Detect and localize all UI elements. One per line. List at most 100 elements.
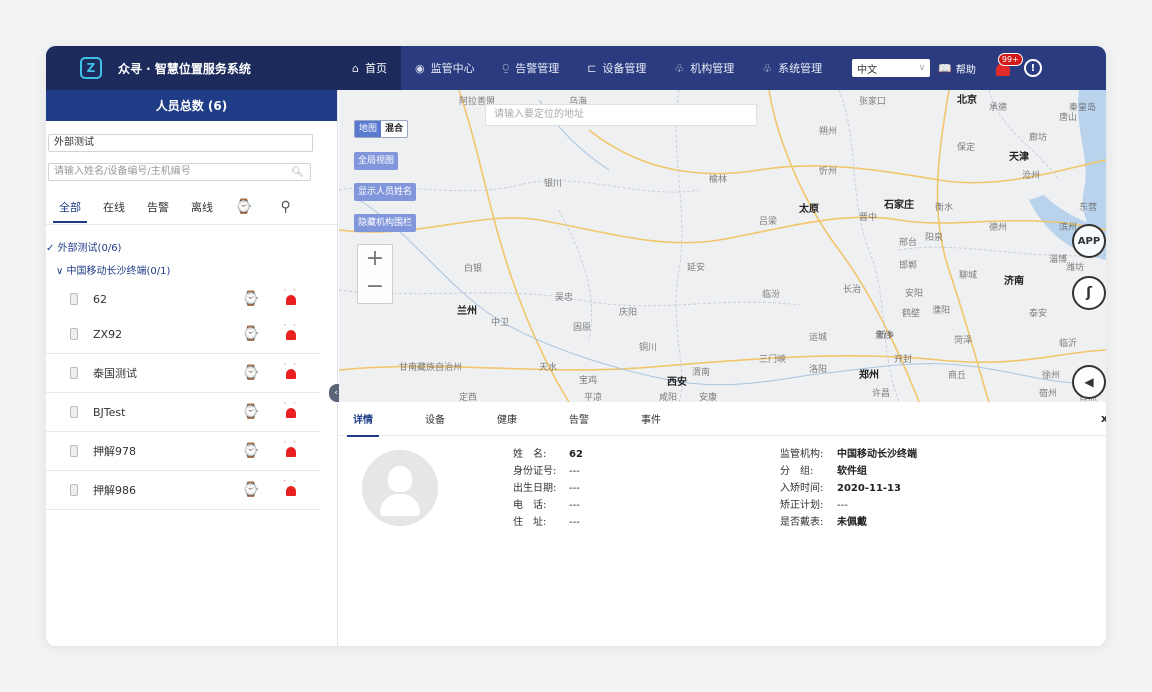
alarm-icon[interactable]: ` `: [283, 364, 297, 379]
nav-item-2[interactable]: ⍜ 告警管理: [489, 46, 574, 90]
people-search-input[interactable]: 请输入姓名/设备编号/主机编号 🔍︎: [48, 163, 311, 181]
info-field: 住 址: ---: [513, 514, 583, 531]
info-key: 出生日期:: [513, 483, 557, 494]
tab-all[interactable]: 全部: [53, 199, 87, 223]
map-type-mixed[interactable]: 混合: [381, 121, 407, 137]
alarm-icon[interactable]: ` `: [283, 403, 297, 418]
map-place-label: 许昌: [872, 389, 891, 399]
map-place-label: 焦作: [875, 331, 894, 341]
nav-item-3[interactable]: ⊏ 设备管理: [573, 46, 660, 90]
info-key: 姓 名:: [513, 449, 547, 460]
map-place-label: 濮阳: [932, 306, 951, 316]
map-place-label: 泰安: [1029, 309, 1048, 319]
alarm-icon[interactable]: ` `: [283, 481, 297, 496]
mini-program-icon[interactable]: ʃ: [1072, 276, 1106, 310]
map-view[interactable]: 北京 天津 太原 石家庄 济南 郑州 西安 兰州 银川 延安 邢台 邯郸 沧州 保定 聊城 安阳 新乡 洛阳 吕梁榆…: [339, 90, 1106, 402]
person-name: 泰国测试: [93, 367, 137, 380]
watch-status-icon: ⌚: [242, 365, 260, 381]
map-place-label: 晋中: [859, 213, 878, 223]
map-place-label: 聊城: [959, 271, 978, 281]
tab-offline[interactable]: 离线: [191, 199, 213, 215]
alarm-icon[interactable]: ` `: [283, 290, 297, 305]
tab-device[interactable]: 设备: [425, 411, 445, 426]
expand-check-icon: ✓: [46, 243, 58, 254]
map-place-label: 吴忠: [555, 293, 574, 303]
map-place-label: 廊坊: [1029, 133, 1048, 143]
info-value: ---: [569, 466, 580, 477]
map-place-label: 定西: [459, 393, 478, 402]
person-row[interactable]: BJTest ⌚ ` `: [46, 393, 320, 432]
info-key: 身份证号:: [513, 466, 557, 477]
people-total-header: 人员总数 (6): [46, 90, 337, 121]
org-select[interactable]: 外部测试: [48, 134, 313, 152]
chevron-down-icon: ∨: [56, 266, 67, 277]
alarm-icon[interactable]: ` `: [283, 442, 297, 457]
info-value: 中国移动长沙终端: [837, 449, 917, 460]
user-profile-icon[interactable]: !: [1023, 59, 1042, 77]
brand[interactable]: Z 众寻 · 智慧位置服务系统: [46, 46, 338, 90]
nav-item-4[interactable]: ♧ 机构管理: [660, 46, 748, 90]
search-placeholder: 请输入姓名/设备编号/主机编号: [54, 166, 191, 177]
tree-sub-node[interactable]: ∨ 中国移动长沙终端(0/1): [46, 262, 337, 277]
map-place-label: 宝鸡: [579, 376, 598, 386]
map-place-label: 德州: [989, 223, 1008, 233]
alarm-icon[interactable]: ` `: [283, 325, 297, 340]
close-detail-button[interactable]: x: [1101, 412, 1106, 425]
language-select[interactable]: 中文 ∨: [852, 59, 931, 77]
map-place-label: 西安: [667, 377, 687, 388]
speaker-icon[interactable]: ◀: [1072, 365, 1106, 399]
tree-root-node[interactable]: ✓ 外部测试(0/6): [46, 239, 337, 254]
tree-root-label: 外部测试(0/6): [57, 243, 122, 254]
person-name: BJTest: [93, 405, 126, 419]
map-place-label: 太原: [799, 204, 819, 215]
person-row[interactable]: ZX92 ⌚ ` `: [46, 315, 320, 354]
map-place-label: 郑州: [859, 370, 879, 381]
watch-person-icon[interactable]: ⌚: [235, 199, 252, 215]
personal-info: 姓 名: 62 身份证号: --- 出生日期: --- 电 话: --- 住 址: ---: [513, 446, 583, 531]
info-key: 电 话:: [513, 500, 547, 511]
map-address-search[interactable]: 请输入要定位的地址: [485, 104, 757, 126]
search-icon: 🔍︎: [291, 167, 304, 178]
person-row[interactable]: 押解978 ⌚ ` `: [46, 432, 320, 471]
map-place-label: 庆阳: [619, 308, 638, 318]
person-row[interactable]: 泰国测试 ⌚ ` `: [46, 354, 320, 393]
global-view-button[interactable]: 全局视图: [354, 152, 399, 170]
zoom-out-button[interactable]: −: [358, 273, 392, 301]
map-place-label: 固原: [573, 323, 592, 333]
main-nav: ⌂ 首页 ◉ 监管中心 ⍜ 告警管理 ⊏ 设备管理 ♧ 机构管理 ♧ 系统管理: [338, 46, 836, 90]
help-button[interactable]: 📖 帮助: [938, 61, 976, 76]
notification-badge: 99+: [997, 53, 1023, 66]
tab-details[interactable]: 详情: [347, 411, 379, 437]
map-place-label: 承德: [989, 103, 1008, 113]
app-button[interactable]: APP: [1072, 224, 1106, 258]
tab-events[interactable]: 事件: [641, 411, 661, 426]
nav-item-0[interactable]: ⌂ 首页: [338, 46, 401, 90]
map-place-label: 临汾: [762, 290, 781, 300]
map-place-label: 阳泉: [925, 233, 944, 243]
info-value: ---: [569, 483, 580, 494]
hide-fence-button[interactable]: 隐藏机构围栏: [354, 214, 417, 232]
nav-item-1[interactable]: ◉ 监管中心: [401, 46, 489, 90]
tab-alarm[interactable]: 告警: [569, 411, 589, 426]
map-place-label: 石家庄: [884, 200, 914, 211]
person-row[interactable]: 62 ⌚ ` `: [46, 283, 320, 315]
map-type-map[interactable]: 地图: [355, 121, 382, 137]
nav-item-5[interactable]: ♧ 系统管理: [748, 46, 836, 90]
person-row[interactable]: 押解986 ⌚ ` `: [46, 471, 320, 510]
map-place-label: 商丘: [948, 371, 967, 381]
avatar-head: [388, 466, 412, 492]
nav-label: 监管中心: [430, 62, 475, 75]
map-type-toggle[interactable]: 地图 混合: [354, 120, 409, 138]
org-tree-icon[interactable]: ⚲: [280, 199, 290, 215]
map-place-label: 北京: [957, 95, 977, 106]
tab-online[interactable]: 在线: [103, 199, 125, 215]
zoom-in-button[interactable]: +: [358, 245, 392, 273]
tab-health[interactable]: 健康: [497, 411, 517, 426]
tab-alarm[interactable]: 告警: [147, 199, 169, 215]
nav-label: 告警管理: [515, 62, 560, 75]
notification-bell[interactable]: 99+: [995, 53, 1023, 77]
map-place-label: 延安: [687, 263, 706, 273]
info-field: 矫正计划: ---: [780, 497, 917, 514]
watch-status-icon: ⌚: [242, 291, 260, 307]
show-names-button[interactable]: 显示人员姓名: [354, 183, 417, 201]
